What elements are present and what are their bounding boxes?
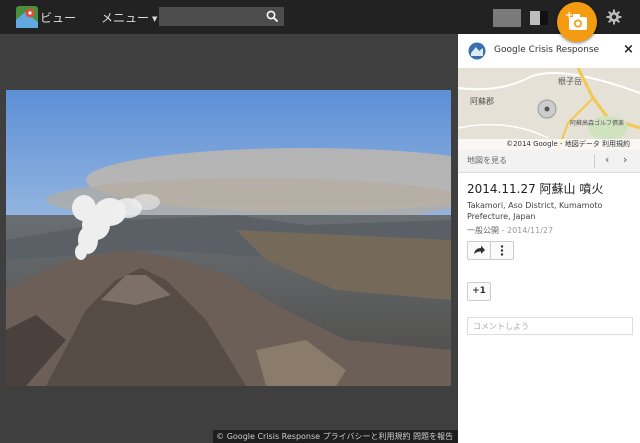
search-icon[interactable] [266,10,279,23]
map-tiles [458,68,640,150]
chevron-left-icon[interactable]: ‹ [605,153,609,166]
photo-title: 2014.11.27 阿蘇山 噴火 [467,182,604,196]
plus-one-button[interactable]: +1 [467,282,491,301]
panel-title[interactable]: Google Crisis Response [494,45,599,55]
maps-logo-icon[interactable] [16,6,38,28]
account-icon[interactable] [530,11,548,25]
map-credit-text: ©2014 Google - 地図データ 利用規約 [506,140,630,148]
crisis-response-icon [468,42,486,60]
map-label: 阿蘇高森ゴルフ倶楽 [570,120,625,127]
view-map-bar: 地図を見る ‹ › [458,150,640,173]
view-label[interactable]: ビュー [40,9,76,26]
map-label: 根子岳 [558,77,582,86]
photo-date: - 2014/11/27 [499,226,554,235]
top-bar: ビュー メニュー ▼ [0,0,640,34]
footer-bar: © Google Crisis Response プライバシーと利用規約 問題を… [213,430,458,443]
panel-header: Google Crisis Response × [458,34,640,68]
comment-placeholder: コメントしよう [473,322,529,331]
share-icon [474,245,485,254]
more-options-button[interactable] [490,241,514,260]
comment-input[interactable]: コメントしよう [467,317,633,335]
share-button[interactable] [467,241,491,260]
divider [594,154,595,168]
gear-icon[interactable] [606,9,622,25]
map-label: 阿蘇郡 [470,97,494,106]
chevron-right-icon[interactable]: › [623,153,627,166]
menu-button[interactable]: メニュー ▼ [101,9,157,26]
info-panel: Google Crisis Response × 阿蘇郡 根子岳 阿蘇高森ゴルフ… [458,34,640,443]
photo-location[interactable]: Takamori, Aso District, Kumamoto Prefect… [467,200,637,222]
caret-down-icon: ▼ [152,15,158,23]
more-vert-icon [500,245,504,256]
visibility-info: 一般公開 - 2014/11/27 [467,225,553,236]
map-credit: ©2014 Google - 地図データ 利用規約 [458,139,640,150]
location-map[interactable]: 阿蘇郡 根子岳 阿蘇高森ゴルフ倶楽 ©2014 Google - 地図データ 利… [458,68,640,150]
volcano-photo[interactable] [6,90,451,386]
camera-icon: + [565,10,587,30]
add-photo-button[interactable]: + [557,2,597,42]
avatar[interactable] [493,9,521,27]
menu-label: メニュー [101,11,150,25]
search-input[interactable] [159,7,284,26]
photo-viewer [0,34,458,443]
visibility-label: 一般公開 [467,226,499,235]
footer-text[interactable]: © Google Crisis Response プライバシーと利用規約 問題を… [213,431,453,442]
view-map-link[interactable]: 地図を見る [467,155,507,166]
close-button[interactable]: × [623,42,634,57]
